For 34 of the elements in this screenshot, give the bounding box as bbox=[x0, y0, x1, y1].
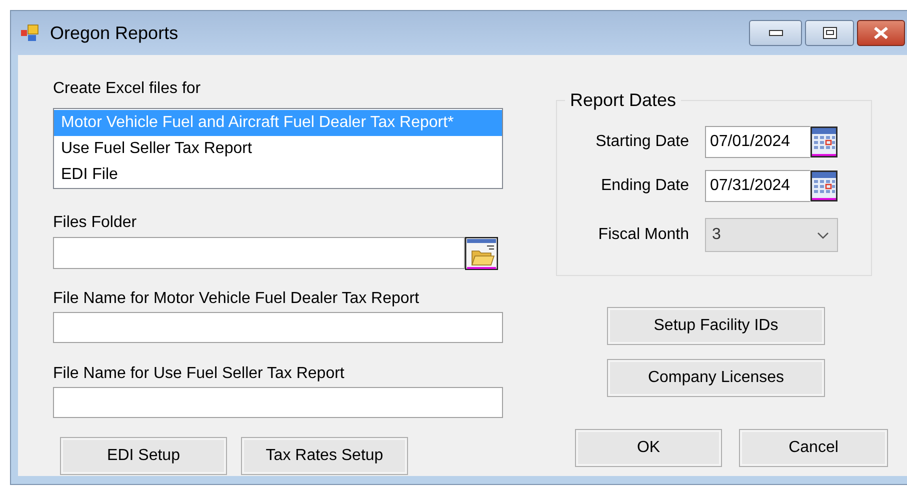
maximize-button[interactable] bbox=[805, 20, 854, 46]
dialog-button[interactable]: OK bbox=[575, 429, 722, 467]
maximize-icon bbox=[822, 27, 836, 39]
dialog-button[interactable]: Cancel bbox=[739, 429, 888, 467]
file-name-field[interactable] bbox=[53, 312, 503, 343]
field-label: Starting Date bbox=[594, 133, 689, 151]
app-icon bbox=[20, 23, 40, 43]
minimize-icon bbox=[768, 30, 782, 36]
setup-button[interactable]: Tax Rates Setup bbox=[241, 437, 408, 475]
window-title: Oregon Reports bbox=[50, 22, 178, 44]
file-name-field[interactable] bbox=[53, 387, 503, 418]
folder-icon[interactable] bbox=[465, 237, 498, 270]
date-field[interactable]: 07/01/2024 bbox=[705, 126, 810, 158]
setup-button[interactable]: EDI Setup bbox=[60, 437, 227, 475]
setup-button[interactable]: Company Licenses bbox=[607, 359, 825, 397]
close-icon bbox=[873, 27, 889, 39]
field-label: Fiscal Month bbox=[597, 226, 689, 244]
list-label: Create Excel files for bbox=[53, 80, 202, 98]
field-label: Ending Date bbox=[600, 177, 689, 195]
setup-button[interactable]: Setup Facility IDs bbox=[607, 307, 825, 345]
calendar-icon[interactable] bbox=[810, 126, 838, 158]
minimize-button[interactable] bbox=[749, 20, 802, 46]
group-title: Report Dates bbox=[569, 90, 678, 111]
field-label: File Name for Motor Vehicle Fuel Dealer Tax Report bbox=[53, 290, 420, 308]
list-item[interactable]: Use Fuel Seller Tax Report bbox=[54, 136, 502, 162]
close-button[interactable] bbox=[857, 20, 905, 46]
list-item[interactable]: EDI File bbox=[54, 162, 502, 188]
folder-field[interactable] bbox=[53, 237, 465, 269]
calendar-icon[interactable] bbox=[810, 170, 838, 202]
field-label: File Name for Use Fuel Seller Tax Report bbox=[53, 365, 346, 383]
date-field[interactable]: 07/31/2024 bbox=[705, 170, 810, 202]
chevron-down-icon bbox=[817, 232, 829, 238]
field-label: Files Folder bbox=[53, 214, 138, 232]
report-list[interactable]: Motor Vehicle Fuel and Aircraft Fuel Dealer Tax Report* Use Fuel Seller Tax Report EDI File bbox=[53, 108, 503, 189]
